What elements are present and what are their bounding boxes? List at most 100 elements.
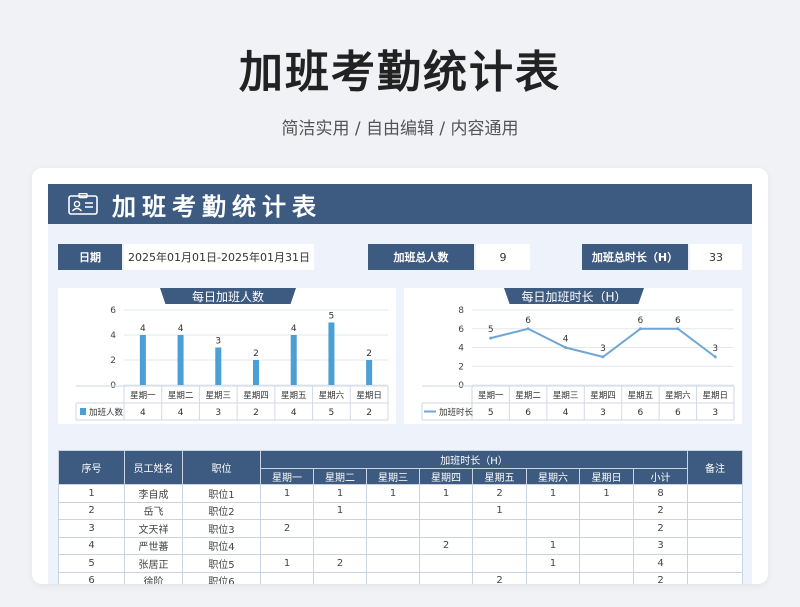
table-row: 6 徐阶 职位6 2 2 <box>58 571 744 584</box>
header-hours: 加班时长（H） <box>259 450 689 469</box>
cell-day-hours[interactable]: 1 <box>526 554 580 573</box>
cell-subtotal[interactable]: 8 <box>632 484 689 503</box>
data-point <box>526 327 530 331</box>
cell-subtotal[interactable]: 2 <box>632 571 689 584</box>
cell-position[interactable]: 职位5 <box>182 554 261 573</box>
cell-name[interactable]: 岳飞 <box>124 501 183 520</box>
cell-position[interactable]: 职位2 <box>182 501 261 520</box>
cell-day-hours[interactable] <box>366 519 420 538</box>
cell-day-hours[interactable]: 1 <box>579 484 634 503</box>
cell-day-hours[interactable]: 1 <box>526 536 580 555</box>
cell-day-hours[interactable]: 2 <box>472 484 527 503</box>
cell-day-hours[interactable] <box>419 554 473 573</box>
total-people-value[interactable]: 9 <box>476 244 530 270</box>
cell-subtotal[interactable]: 2 <box>632 519 689 538</box>
cell-name[interactable]: 张居正 <box>124 554 183 573</box>
data-label: 2 <box>253 349 259 359</box>
cell-day-hours[interactable] <box>579 571 634 584</box>
cell-no[interactable]: 6 <box>58 571 125 584</box>
cell-remark[interactable] <box>687 554 744 573</box>
cell-subtotal[interactable]: 4 <box>632 554 689 573</box>
cell-remark[interactable] <box>687 536 744 555</box>
cell-day-hours[interactable] <box>526 501 580 520</box>
bar <box>328 322 335 385</box>
cell-day-hours[interactable] <box>366 571 420 584</box>
cell-day-hours[interactable]: 2 <box>313 554 367 573</box>
cell-day-hours[interactable]: 2 <box>472 571 527 584</box>
cell-name[interactable]: 严世蕃 <box>124 536 183 555</box>
cell-name[interactable]: 徐阶 <box>124 571 183 584</box>
cell-day-hours[interactable]: 1 <box>526 484 580 503</box>
cell-day-hours[interactable]: 1 <box>472 501 527 520</box>
table-value: 6 <box>675 408 681 418</box>
cell-no[interactable]: 2 <box>58 501 125 520</box>
header-position: 职位 <box>182 450 261 485</box>
cell-day-hours[interactable]: 1 <box>419 484 473 503</box>
cell-day-hours[interactable]: 1 <box>313 484 367 503</box>
cell-day-hours[interactable] <box>313 571 367 584</box>
cell-position[interactable]: 职位3 <box>182 519 261 538</box>
cell-no[interactable]: 4 <box>58 536 125 555</box>
data-point <box>713 355 717 359</box>
cell-day-hours[interactable] <box>260 571 314 584</box>
cell-remark[interactable] <box>687 519 744 538</box>
cell-no[interactable]: 1 <box>58 484 125 503</box>
cell-position[interactable]: 职位1 <box>182 484 261 503</box>
cell-position[interactable]: 职位4 <box>182 536 261 555</box>
x-tick-label: 星期四 <box>243 391 269 401</box>
cell-day-hours[interactable] <box>472 536 527 555</box>
bar-chart-svg: 02464 432452星期一4星期二4星期三3星期四2星期五4星期六5星期日2加… <box>75 306 389 421</box>
data-label: 3 <box>712 344 718 354</box>
cell-no[interactable]: 3 <box>58 519 125 538</box>
cell-day-hours[interactable]: 2 <box>419 536 473 555</box>
x-tick-label: 星期五 <box>628 391 654 401</box>
cell-no[interactable]: 5 <box>58 554 125 573</box>
spreadsheet: 加班考勤统计表 日期 2025年01月01日-2025年01月31日 加班总人数… <box>48 184 752 584</box>
cell-day-hours[interactable] <box>366 554 420 573</box>
data-label: 5 <box>488 325 494 335</box>
cell-day-hours[interactable] <box>472 519 527 538</box>
cell-day-hours[interactable] <box>366 501 420 520</box>
cell-day-hours[interactable] <box>526 519 580 538</box>
cell-day-hours[interactable] <box>366 536 420 555</box>
cell-day-hours[interactable]: 1 <box>313 501 367 520</box>
cell-remark[interactable] <box>687 484 744 503</box>
date-value[interactable]: 2025年01月01日-2025年01月31日 <box>124 244 314 270</box>
cell-day-hours[interactable] <box>579 501 634 520</box>
cell-day-hours[interactable] <box>419 501 473 520</box>
cell-day-hours[interactable] <box>526 571 580 584</box>
cell-day-hours[interactable] <box>579 554 634 573</box>
total-hours-value[interactable]: 33 <box>690 244 742 270</box>
cell-day-hours[interactable] <box>472 554 527 573</box>
header-day: 星期三 <box>366 468 420 485</box>
cell-name[interactable]: 李自成 <box>124 484 183 503</box>
cell-day-hours[interactable]: 1 <box>366 484 420 503</box>
data-point <box>676 327 680 331</box>
cell-day-hours[interactable] <box>419 571 473 584</box>
sheet-banner: 加班考勤统计表 <box>48 184 752 224</box>
header-remark: 备注 <box>687 450 744 485</box>
cell-day-hours[interactable]: 2 <box>260 519 314 538</box>
date-label: 日期 <box>58 244 122 270</box>
cell-remark[interactable] <box>687 571 744 584</box>
cell-day-hours[interactable]: 1 <box>260 484 314 503</box>
x-tick-label: 星期六 <box>319 390 345 401</box>
cell-subtotal[interactable]: 2 <box>632 501 689 520</box>
cell-day-hours[interactable] <box>260 536 314 555</box>
cell-name[interactable]: 文天祥 <box>124 519 183 538</box>
cell-remark[interactable] <box>687 501 744 520</box>
cell-subtotal[interactable]: 3 <box>632 536 689 555</box>
x-tick-label: 星期二 <box>168 391 194 401</box>
data-label: 4 <box>140 324 146 334</box>
cell-day-hours[interactable] <box>260 501 314 520</box>
cell-day-hours[interactable] <box>419 519 473 538</box>
cell-day-hours[interactable]: 1 <box>260 554 314 573</box>
cell-day-hours[interactable] <box>313 519 367 538</box>
page-subtitle: 简洁实用 / 自由编辑 / 内容通用 <box>281 119 519 139</box>
cell-day-hours[interactable] <box>579 536 634 555</box>
legend-label: 加班人数 <box>89 407 124 418</box>
cell-day-hours[interactable] <box>313 536 367 555</box>
cell-position[interactable]: 职位6 <box>182 571 261 584</box>
cell-day-hours[interactable] <box>579 519 634 538</box>
table-value: 5 <box>329 408 335 418</box>
